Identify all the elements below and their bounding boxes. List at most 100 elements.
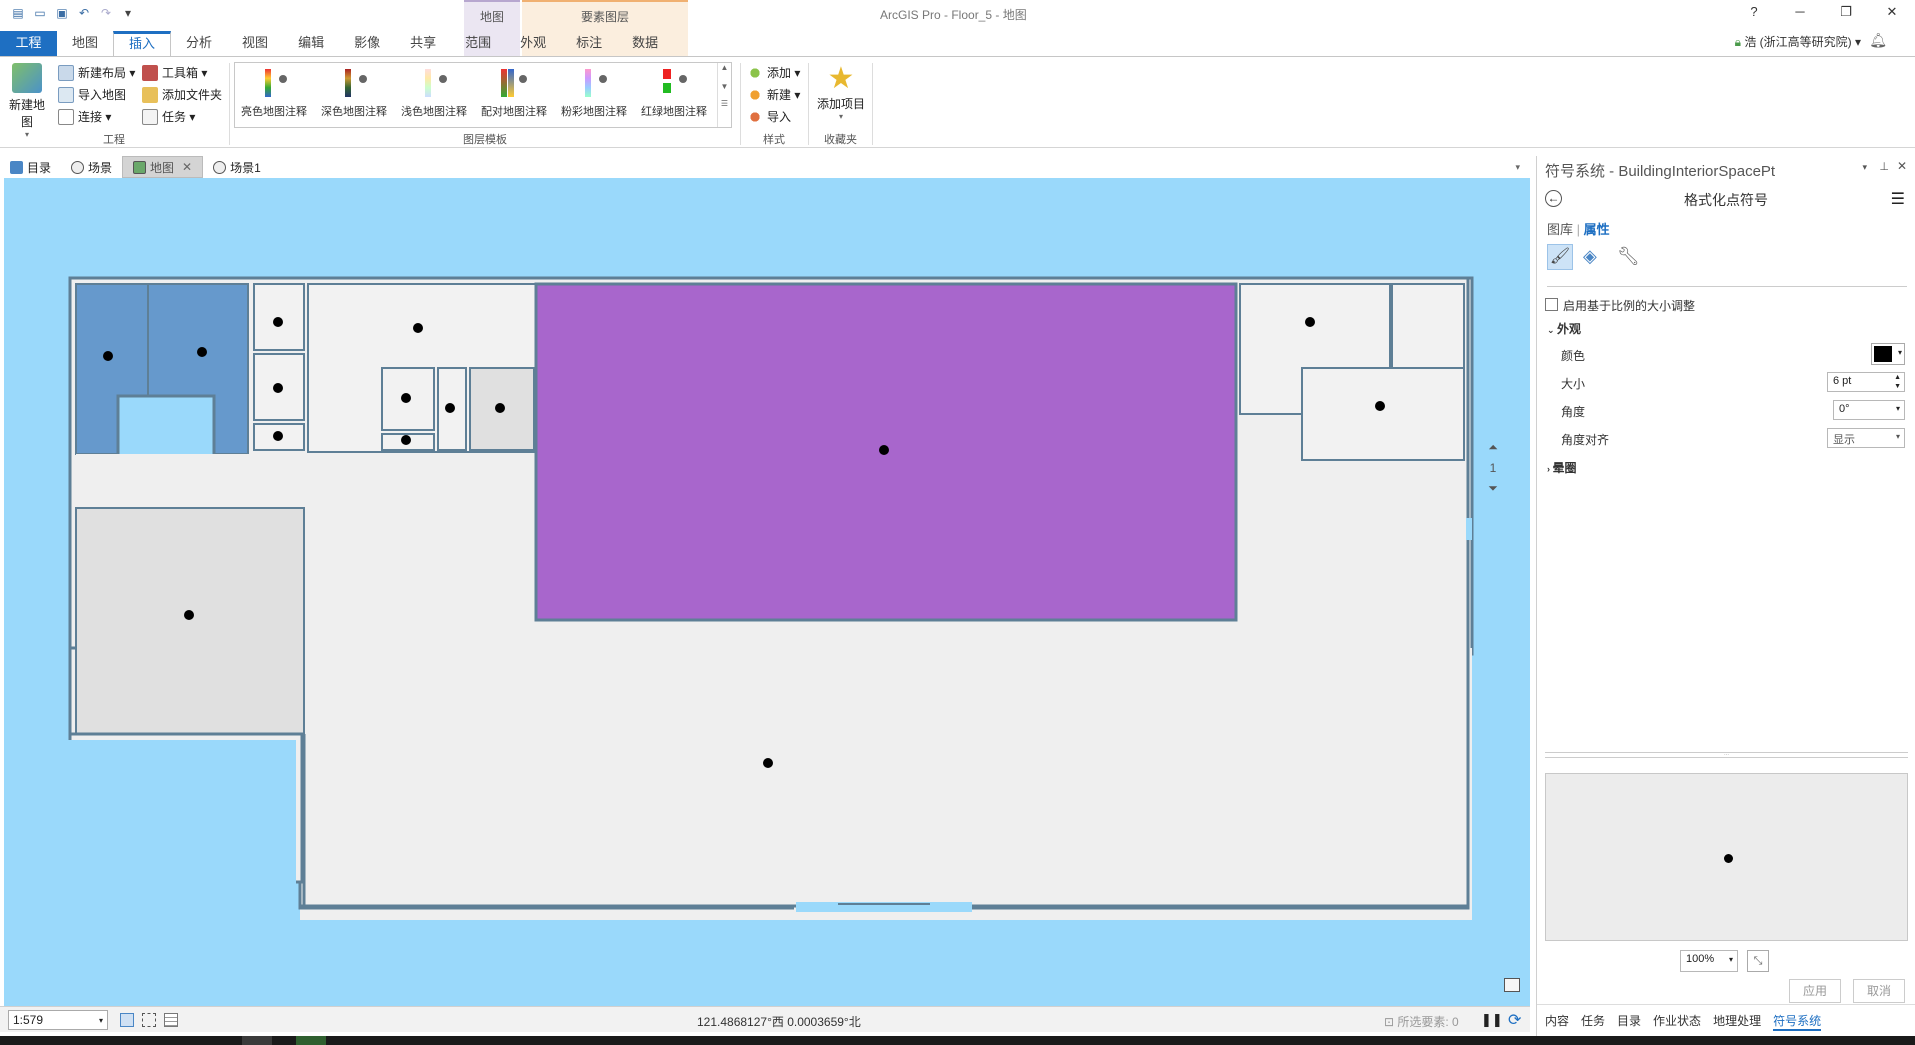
gallery-more-icon[interactable]: ☰ [718,99,731,108]
style-add-button[interactable]: 添加 ▾ [747,64,800,81]
refresh-icon[interactable]: ⟳ [1508,1010,1521,1030]
apply-button[interactable]: 应用 [1789,979,1841,1003]
splitter[interactable]: ∙∙∙ [1545,752,1908,758]
style-new-button[interactable]: 新建 ▾ [747,86,800,103]
gallery-item-red-green[interactable]: 红绿地图注释 [635,69,713,119]
space-point[interactable] [273,383,283,393]
pane-options-icon[interactable]: ▾ [1862,162,1867,173]
save-project-icon[interactable]: ▣ [54,5,70,21]
space-point[interactable] [1305,317,1315,327]
tab-insert[interactable]: 插入 [113,31,172,56]
gallery-item-paired[interactable]: 配对地图注释 [475,69,553,119]
tab-map[interactable]: 地图 [57,31,113,56]
gallery-item-pastel[interactable]: 粉彩地图注释 [555,69,633,119]
zoom-select[interactable]: 100% ▾ [1680,950,1738,972]
map-notes-icon[interactable] [1504,978,1520,992]
layers-icon[interactable]: ◈ [1583,246,1597,267]
room-small-1[interactable] [253,283,305,351]
grid-icon[interactable] [120,1013,134,1027]
tab-labeling[interactable]: 标注 [561,31,617,56]
zoom-fit-icon[interactable]: ⤡ [1747,950,1769,972]
pin-icon[interactable]: ⊥ [1879,160,1889,173]
scale-size-checkbox[interactable] [1545,298,1558,311]
floor-plan[interactable] [4,178,1530,1006]
bottom-tab-job-status[interactable]: 作业状态 [1653,1012,1701,1031]
map-view[interactable]: ⏶ 1 ⏷ [4,178,1530,1006]
tab-project[interactable]: 工程 [0,31,57,56]
tab-view[interactable]: 视图 [227,31,283,56]
user-account[interactable]: 🔒︎ 浩 (浙江高等研究院) ▾ [1735,33,1861,50]
snapping-icon[interactable] [142,1013,156,1027]
bottom-tab-geoprocessing[interactable]: 地理处理 [1713,1012,1761,1031]
angle-input[interactable]: 0° ▾ [1833,400,1905,420]
new-map-button[interactable]: 新建地图 ▾ [4,63,50,139]
cancel-button[interactable]: 取消 [1853,979,1905,1003]
page-up-icon[interactable]: ⏶ [1484,440,1502,455]
minimize-icon[interactable]: ─ [1777,0,1823,26]
import-map-button[interactable]: 导入地图 [58,86,126,103]
menu-icon[interactable]: ☰ [1891,189,1905,209]
taskbar-app[interactable] [242,1036,272,1045]
scale-dropdown[interactable]: 1:579 ▾ [8,1010,108,1030]
color-picker[interactable]: ▾ [1871,343,1905,365]
halo-section[interactable]: › 晕圈 [1547,459,1577,476]
customize-qat-icon[interactable]: ▾ [120,5,136,21]
room-lower-left[interactable] [75,507,305,735]
space-point[interactable] [273,431,283,441]
view-tab-map[interactable]: 地图 ✕ [122,156,204,178]
notification-bell-icon[interactable]: 🔔︎ [1869,32,1887,49]
tab-extent[interactable]: 范围 [451,31,505,56]
task-button[interactable]: 任务 ▾ [142,108,195,125]
gallery-down-icon[interactable]: ▼ [718,82,731,91]
space-point[interactable] [273,317,283,327]
tab-imagery[interactable]: 影像 [339,31,395,56]
add-folder-button[interactable]: 添加文件夹 [142,86,222,103]
tab-properties[interactable]: 属性 [1584,222,1610,237]
redo-icon[interactable]: ↷ [98,5,114,21]
view-tab-catalog[interactable]: 目录 [0,156,61,178]
view-tabs-menu-icon[interactable]: ▾ [1515,156,1530,178]
space-point[interactable] [401,435,411,445]
gallery-item-dark[interactable]: 深色地图注释 [315,69,393,119]
size-stepper[interactable]: 6 pt ▲ ▼ [1827,372,1905,392]
tab-data[interactable]: 数据 [617,31,673,56]
space-point[interactable] [413,323,423,333]
space-point[interactable] [445,403,455,413]
tab-gallery[interactable]: 图库 [1547,222,1573,237]
taskbar-app[interactable] [296,1036,326,1045]
page-down-icon[interactable]: ⏷ [1484,481,1502,496]
space-point[interactable] [103,351,113,361]
close-icon[interactable]: ✕ [1869,0,1915,26]
wrench-icon[interactable]: 🔧︎ [1617,246,1640,267]
toolbox-button[interactable]: 工具箱 ▾ [142,64,207,81]
space-point[interactable] [1375,401,1385,411]
view-tab-scene[interactable]: 场景 [61,156,122,178]
add-item-button[interactable]: ★ 添加项目 ▾ [815,63,867,122]
new-layout-button[interactable]: 新建布局 ▾ [58,64,135,81]
new-project-icon[interactable]: ▤ [10,5,26,21]
close-tab-icon[interactable]: ✕ [182,160,192,174]
pause-icon[interactable]: ❚❚ [1481,1012,1503,1028]
help-button[interactable]: ? [1731,0,1777,26]
angle-align-select[interactable]: 显示 ▾ [1827,428,1905,448]
style-import-button[interactable]: 导入 [747,108,791,125]
open-project-icon[interactable]: ▭ [32,5,48,21]
restore-icon[interactable]: ❐ [1823,0,1869,26]
undo-icon[interactable]: ↶ [76,5,92,21]
space-point[interactable] [879,445,889,455]
room-right-2[interactable] [1301,367,1465,461]
space-point[interactable] [401,393,411,403]
bottom-tab-symbology[interactable]: 符号系统 [1773,1012,1822,1031]
bottom-tab-tasks[interactable]: 任务 [1581,1012,1605,1031]
table-icon[interactable] [164,1013,178,1027]
connect-button[interactable]: 连接 ▾ [58,108,111,125]
space-point[interactable] [184,610,194,620]
bottom-tab-contents[interactable]: 内容 [1545,1012,1569,1031]
bottom-tab-catalog[interactable]: 目录 [1617,1012,1641,1031]
gallery-item-light[interactable]: 亮色地图注释 [235,69,313,119]
gallery-item-muted[interactable]: 浅色地图注释 [395,69,473,119]
tab-share[interactable]: 共享 [395,31,451,56]
tab-appearance[interactable]: 外观 [505,31,561,56]
space-point[interactable] [495,403,505,413]
gallery-up-icon[interactable]: ▲ [718,63,731,72]
